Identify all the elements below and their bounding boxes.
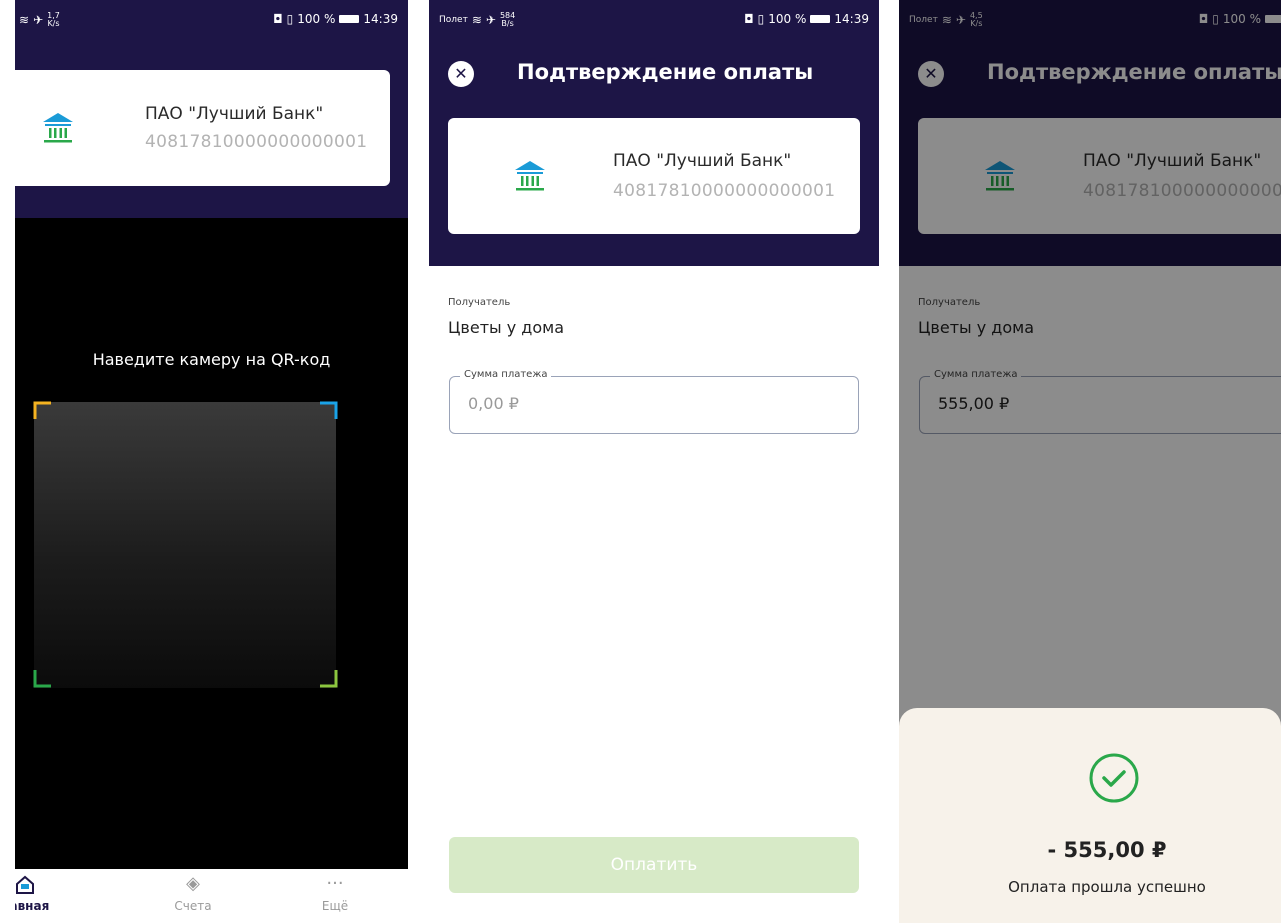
check-circle-icon (1089, 753, 1139, 803)
corner-bottom-left (33, 670, 51, 688)
bank-name: ПАО "Лучший Банк" (613, 151, 792, 171)
battery-icon (810, 15, 831, 23)
airplane-icon: ✈ (485, 13, 496, 27)
success-amount: - 555,00 ₽ (1047, 838, 1167, 862)
amount-value: 0,00 ₽ (468, 394, 519, 413)
bank-account: 40817810000000000001 (145, 132, 368, 152)
tab-bar: лавная ◈ Счета ··· Ещё (15, 869, 408, 923)
wifi-icon: ≋ (471, 13, 482, 27)
status-bar: Полет ≋ ✈ 584 B/s ◘ ▯ 100 % 14:39 (429, 0, 879, 40)
battery-percent: 100 % (768, 12, 807, 26)
nfc-icon: ◘ (744, 12, 754, 26)
payment-confirmation-screen: Полет ≋ ✈ 584 B/s ◘ ▯ 100 % 14:39 ✕ Подтв… (429, 0, 879, 923)
amount-label: Сумма платежа (460, 369, 552, 380)
layers-icon: ◈ (186, 873, 200, 894)
network-speed: 1,7 K/s (47, 11, 60, 28)
corner-bottom-right (320, 670, 338, 688)
qr-hint: Наведите камеру на QR-код (92, 350, 331, 369)
clock: 14:39 (363, 12, 398, 26)
qr-scanner-screen: ≋ ✈ 1,7 K/s ◘ ▯ 100 % 14:39 ПАО "Лучший Б… (15, 0, 408, 923)
home-icon (15, 869, 65, 899)
tab-accounts[interactable]: ◈ Счета (153, 869, 233, 913)
more-dots-icon: ··· (326, 873, 344, 894)
corner-top-left (33, 401, 51, 419)
nfc-icon: ◘ (273, 12, 283, 26)
bank-name: ПАО "Лучший Банк" (145, 104, 324, 124)
airplane-mode-label: Полет (439, 15, 468, 25)
bank-card[interactable]: ПАО "Лучший Банк" 40817810000000000001 (15, 70, 390, 186)
bank-account: 40817810000000000001 (613, 181, 836, 201)
airplane-icon: ✈ (33, 13, 44, 27)
amount-input[interactable]: Сумма платежа 0,00 ₽ (449, 369, 859, 434)
payment-success-screen: Полет ≋ ✈ 4,5 K/s ◘ ▯ 100 % ✕ Подтвержден… (899, 0, 1281, 923)
battery-icon (339, 15, 360, 23)
network-speed: 584 B/s (499, 11, 516, 28)
wifi-icon: ≋ (19, 13, 30, 27)
bank-building-icon (43, 113, 73, 143)
success-sheet: - 555,00 ₽ Оплата прошла успешно (899, 708, 1281, 923)
bank-card[interactable]: ПАО "Лучший Банк" 40817810000000000001 (448, 118, 860, 234)
status-bar: ≋ ✈ 1,7 K/s ◘ ▯ 100 % 14:39 (15, 0, 408, 40)
vibrate-icon: ▯ (286, 12, 294, 26)
corner-top-right (320, 401, 338, 419)
recipient-value: Цветы у дома (448, 318, 565, 337)
qr-viewfinder (34, 402, 336, 688)
bank-building-icon (515, 161, 545, 191)
close-button[interactable]: ✕ (448, 61, 474, 87)
clock: 14:39 (834, 12, 869, 26)
pay-button[interactable]: Оплатить (449, 837, 859, 893)
page-title: Подтверждение оплаты (517, 60, 814, 84)
battery-percent: 100 % (297, 12, 336, 26)
success-message: Оплата прошла успешно (1008, 878, 1206, 896)
tab-more[interactable]: ··· Ещё (295, 869, 375, 913)
vibrate-icon: ▯ (757, 12, 765, 26)
close-icon: ✕ (454, 64, 468, 83)
tab-home[interactable]: лавная (15, 869, 65, 913)
recipient-label: Получатель (448, 297, 511, 308)
